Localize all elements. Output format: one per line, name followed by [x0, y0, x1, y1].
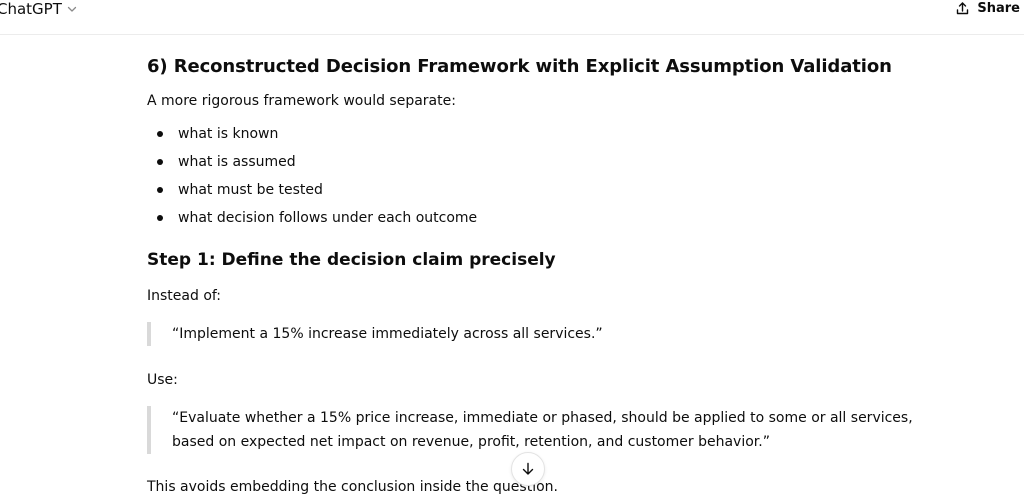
model-selector[interactable]: ChatGPT: [0, 0, 77, 18]
step-heading: Step 1: Define the decision claim precis…: [147, 250, 556, 270]
quote-text: “Implement a 15% increase immediately ac…: [172, 326, 603, 342]
blockquote-instead: “Implement a 15% increase immediately ac…: [147, 322, 603, 346]
list-item: what decision follows under each outcome: [147, 206, 477, 234]
section-heading: 6) Reconstructed Decision Framework with…: [147, 56, 892, 77]
list-item: what is assumed: [147, 150, 477, 178]
list-item: what must be tested: [147, 178, 477, 206]
quote-text-line-2: based on expected net impact on revenue,…: [172, 434, 770, 450]
arrow-down-icon: [522, 462, 534, 475]
share-label: Share: [977, 1, 1020, 16]
app-title: ChatGPT: [0, 0, 62, 18]
closing-text: This avoids embedding the conclusion ins…: [147, 479, 558, 495]
quote-text-line-1: “Evaluate whether a 15% price increase, …: [172, 410, 913, 426]
list-item: what is known: [147, 122, 477, 150]
bullet-list: what is known what is assumed what must …: [147, 122, 477, 234]
chevron-down-icon: [67, 6, 77, 12]
share-icon: [957, 2, 969, 15]
instead-label: Instead of:: [147, 288, 222, 304]
intro-text: A more rigorous framework would separate…: [147, 93, 456, 109]
top-bar: ChatGPT Share: [0, 0, 1024, 35]
share-button[interactable]: Share: [955, 0, 1020, 17]
scroll-to-bottom-button[interactable]: [511, 452, 545, 486]
blockquote-use: “Evaluate whether a 15% price increase, …: [147, 406, 913, 454]
use-label: Use:: [147, 372, 178, 388]
